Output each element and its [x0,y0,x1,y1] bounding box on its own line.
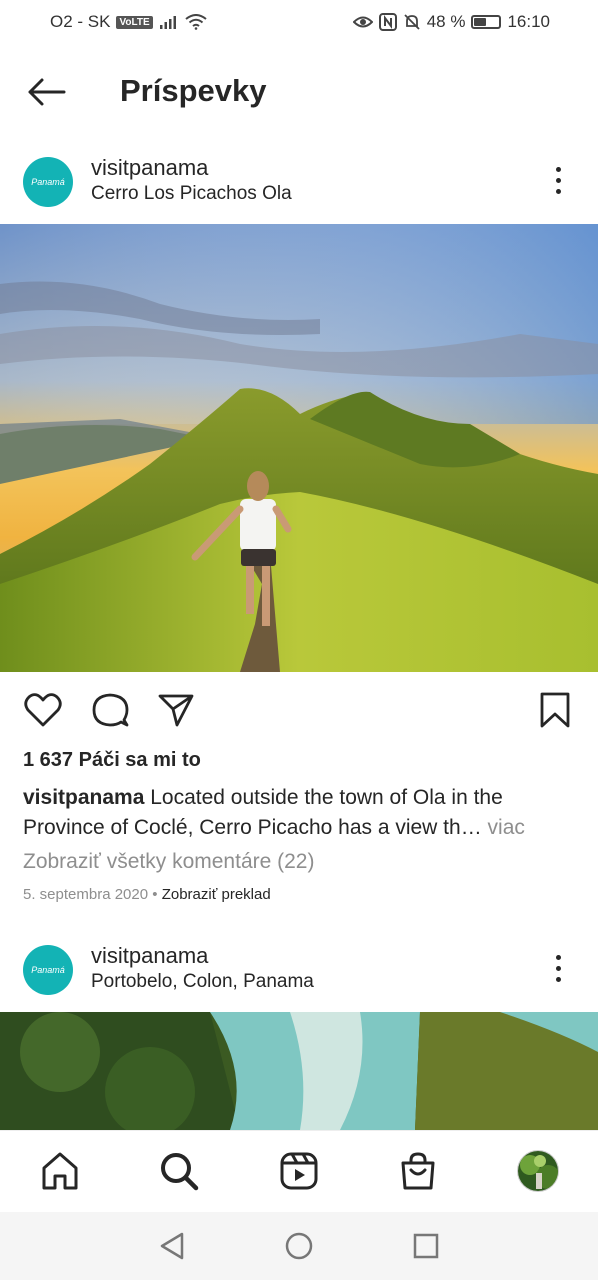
app-header: Príspevky [0,60,598,124]
nav-reels[interactable] [277,1149,321,1193]
post-image[interactable] [0,1012,598,1130]
heart-icon [24,693,62,727]
avatar[interactable]: Panamá [23,157,73,207]
avatar-logo-text: Panamá [31,965,65,975]
wifi-icon [185,14,207,30]
more-dot [555,976,561,982]
reels-icon [280,1152,318,1190]
volte-badge: VoLTE [116,15,153,29]
battery-text: 48 % [426,12,466,31]
profile-avatar [517,1150,559,1192]
send-icon [158,694,194,727]
triangle-back-icon [160,1232,184,1260]
bottom-nav [0,1130,598,1212]
caption-more-link[interactable]: viac [482,816,525,839]
status-left: O2 - SK VoLTE [50,12,207,32]
share-button[interactable] [156,690,196,730]
carrier-text: O2 - SK [50,12,111,31]
more-vertical-icon [555,166,561,172]
more-vertical-icon [555,954,561,960]
comment-button[interactable] [90,690,130,730]
post-photo-mountain [0,224,598,672]
post-caption: visitpanama Located outside the town of … [23,783,575,843]
bookmark-icon [540,692,570,728]
post-options-button[interactable] [544,950,572,986]
post-username[interactable]: visitpanama [91,155,208,181]
view-comments-link[interactable]: Zobraziť všetky komentáre (22) [23,850,314,874]
translate-link[interactable]: Zobraziť preklad [162,886,271,903]
signal-icon [159,16,176,29]
nav-profile[interactable] [516,1149,560,1193]
square-recents-icon [413,1233,439,1259]
nav-shop[interactable] [396,1149,440,1193]
post-image[interactable] [0,224,598,672]
status-bar: O2 - SK VoLTE 48 % 16:10 [0,0,598,44]
system-nav-bar [0,1212,598,1280]
post-location[interactable]: Cerro Los Picachos Ola [91,183,292,205]
nav-search[interactable] [157,1149,201,1193]
more-dot [555,965,561,971]
post-photo-river [0,1012,598,1130]
post-options-button[interactable] [544,162,572,198]
arrow-left-icon [28,78,66,106]
like-button[interactable] [23,690,63,730]
avatar[interactable]: Panamá [23,945,73,995]
back-button[interactable] [24,72,68,112]
home-icon [42,1152,78,1190]
avatar-logo-text: Panamá [31,177,65,187]
save-button[interactable] [535,690,575,730]
mute-bell-icon [404,14,420,30]
post-header: Panamá visitpanama Cerro Los Picachos Ol… [0,150,598,226]
shopping-bag-icon [401,1152,435,1190]
eye-icon [352,16,373,28]
clock: 16:10 [507,12,550,31]
post-actions [0,686,598,734]
system-home-button[interactable] [283,1230,315,1262]
page-title: Príspevky [120,73,267,108]
profile-photo [518,1151,558,1191]
battery-icon [471,15,502,29]
post-username[interactable]: visitpanama [91,943,208,969]
system-recents-button[interactable] [410,1230,442,1262]
meta-separator: • [148,886,162,903]
post-date: 5. septembra 2020 [23,886,149,903]
post-header: Panamá visitpanama Portobelo, Colon, Pan… [0,938,598,1014]
system-back-button[interactable] [156,1230,188,1262]
nav-home[interactable] [38,1149,82,1193]
caption-username[interactable]: visitpanama [23,786,144,809]
nfc-icon [378,13,397,31]
post-meta: 5. septembra 2020 • Zobraziť preklad [23,886,271,903]
comment-icon [92,693,129,727]
likes-count[interactable]: 1 637 Páči sa mi to [23,749,201,772]
battery-level [474,18,486,26]
status-right: 48 % 16:10 [352,12,550,32]
more-dot [555,177,561,183]
circle-home-icon [285,1232,313,1260]
search-icon [161,1153,199,1191]
more-dot [555,188,561,194]
post-location[interactable]: Portobelo, Colon, Panama [91,971,314,993]
